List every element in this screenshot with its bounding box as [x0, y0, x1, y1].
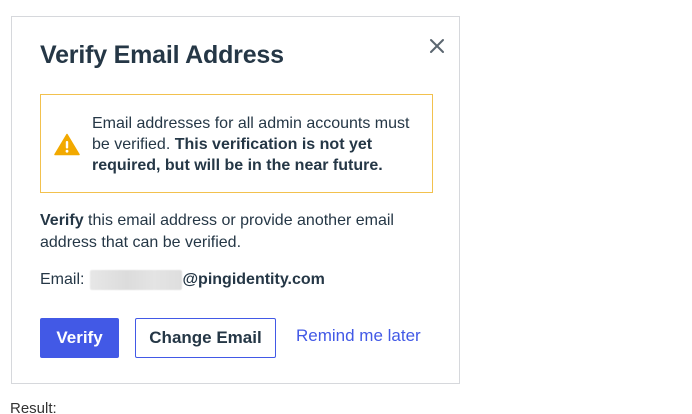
verify-button[interactable]: Verify: [40, 318, 119, 358]
instruction-rest: this email address or provide another em…: [40, 212, 394, 251]
email-label: Email:: [40, 271, 85, 288]
close-icon[interactable]: [426, 35, 448, 57]
remind-me-later-link[interactable]: Remind me later: [296, 326, 421, 346]
page: Verify Email Address Email addresses for…: [0, 0, 692, 414]
warning-triangle-icon: [54, 133, 80, 156]
instruction-text: Verify this email address or provide ano…: [40, 210, 440, 254]
warning-message: Email addresses for all admin accounts m…: [92, 113, 424, 176]
change-email-button[interactable]: Change Email: [135, 318, 276, 358]
email-row: Email: @pingidentity.com: [40, 269, 325, 291]
result-label: Result:: [10, 400, 57, 414]
warning-callout: Email addresses for all admin accounts m…: [40, 94, 433, 193]
email-domain: @pingidentity.com: [182, 271, 325, 288]
verify-email-dialog: Verify Email Address Email addresses for…: [11, 16, 460, 384]
instruction-bold-lead: Verify: [40, 212, 84, 229]
email-local-part-redacted: [90, 270, 183, 290]
dialog-title: Verify Email Address: [40, 41, 284, 69]
